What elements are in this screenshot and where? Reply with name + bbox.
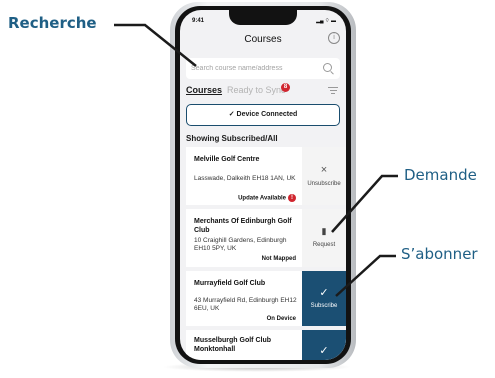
request-leader-line	[331, 174, 398, 233]
search-leader-line	[114, 23, 197, 67]
subscribe-leader-line	[335, 254, 396, 297]
callout-leaders	[114, 23, 398, 297]
